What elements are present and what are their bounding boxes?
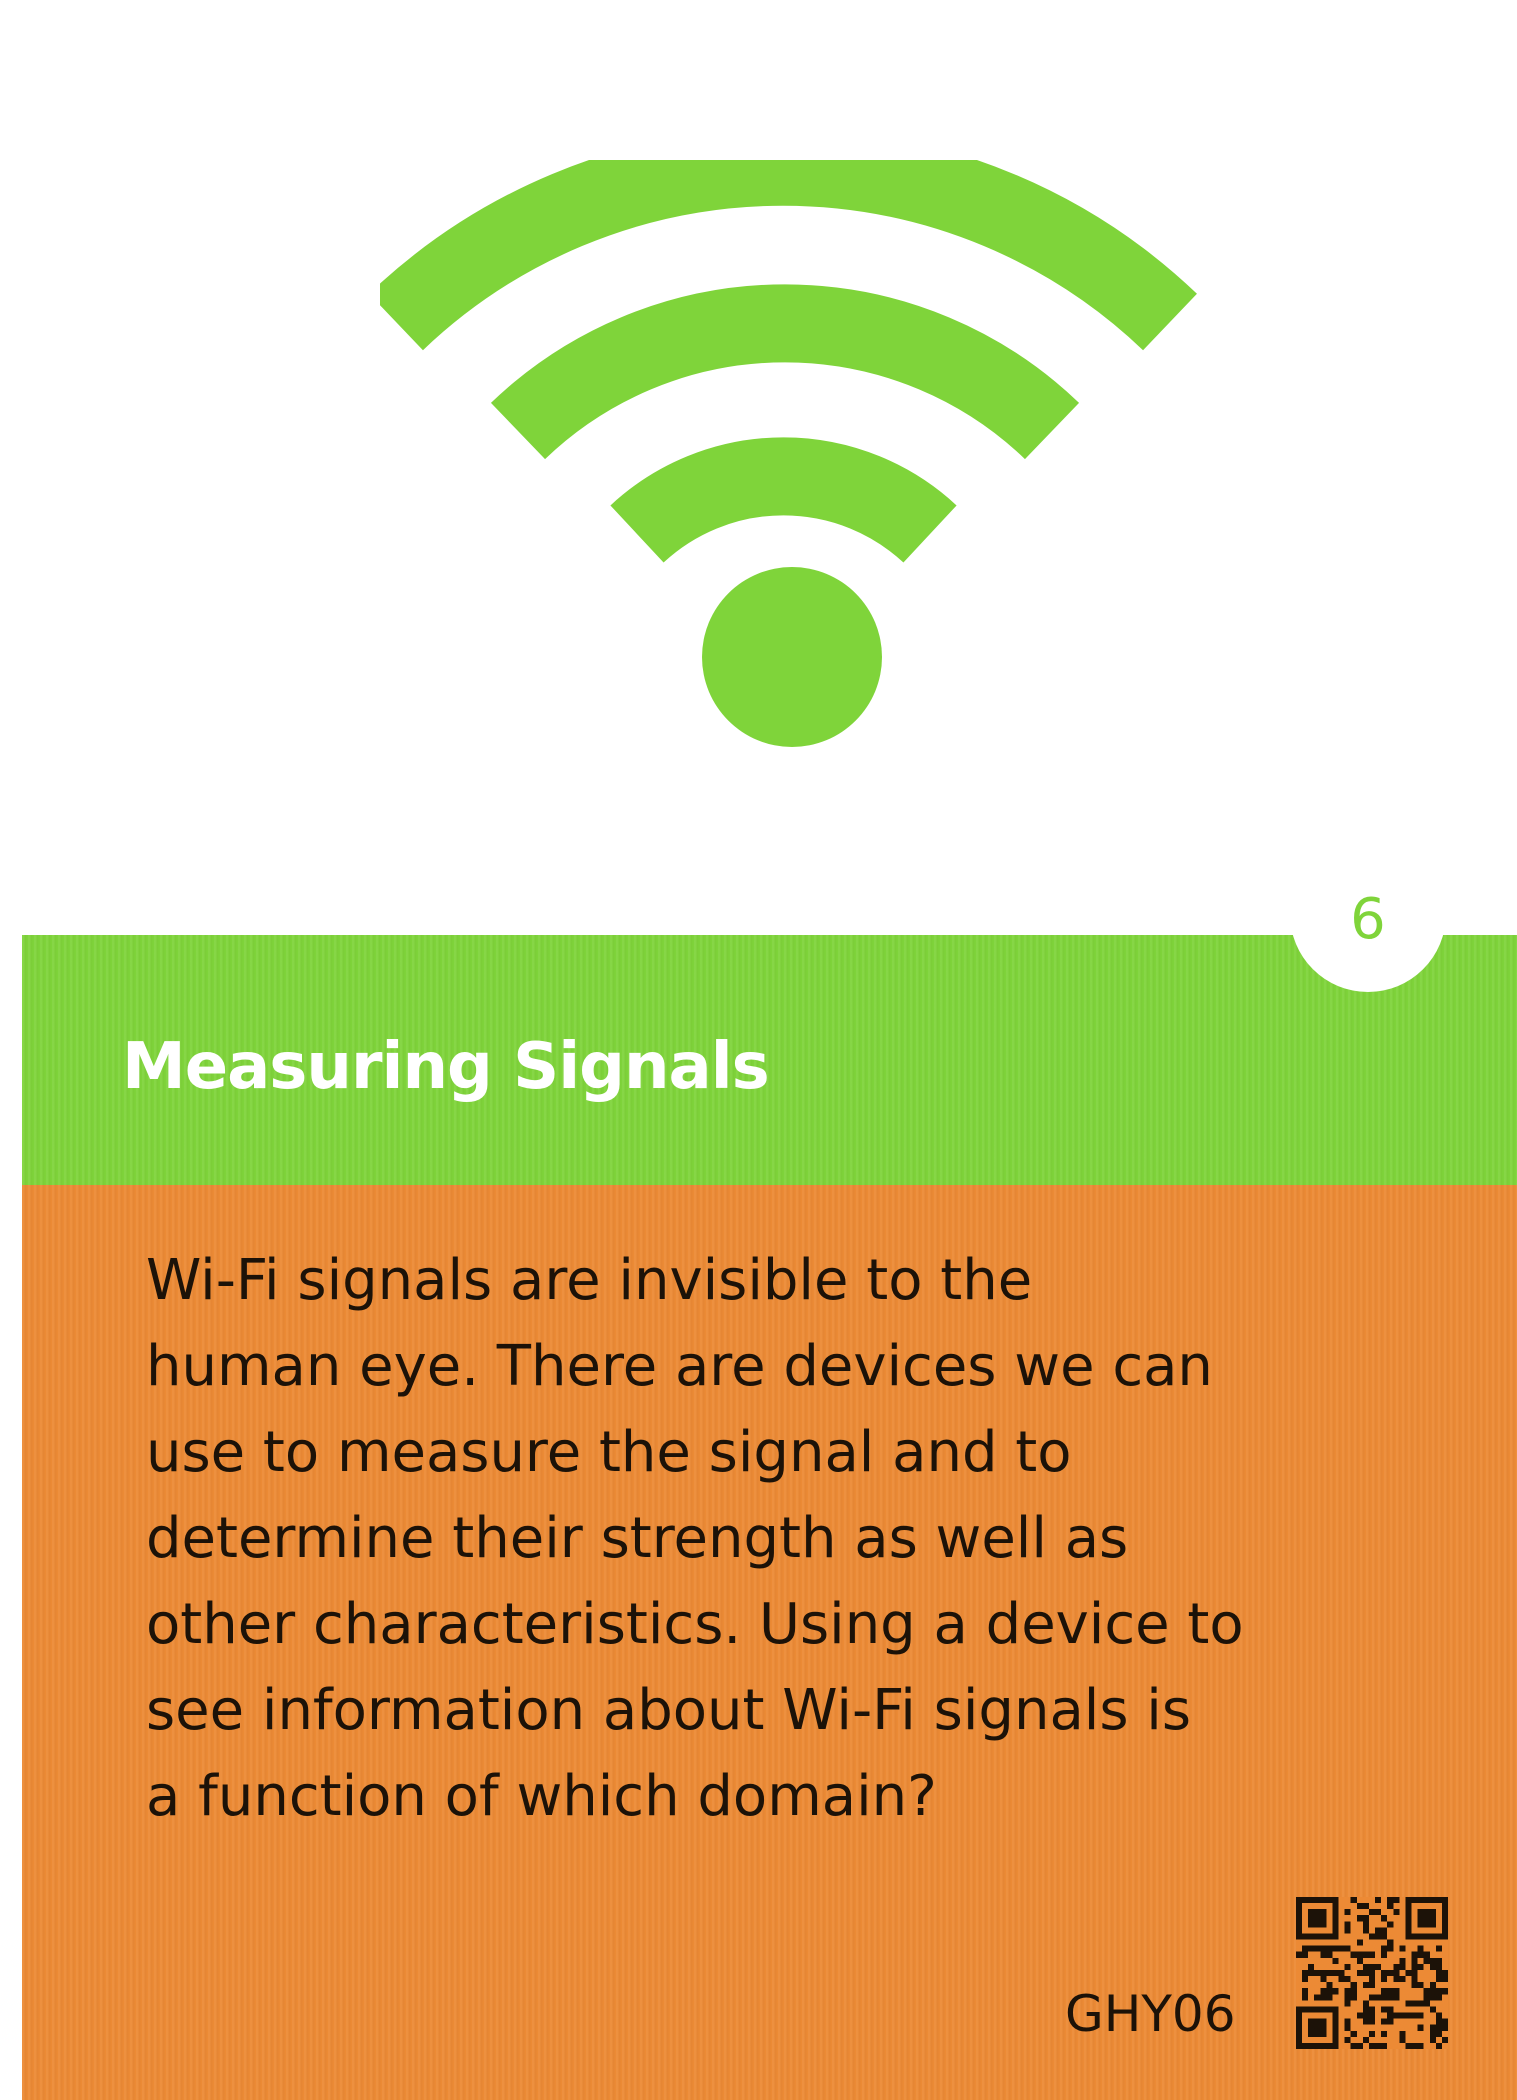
qr-code-icon (1296, 1897, 1448, 2049)
question-line: a function of which domain? (146, 1764, 937, 1829)
card-question: Wi-Fi signals are invisible to the human… (146, 1238, 1396, 1840)
card-number-badge: 6 (1290, 836, 1446, 992)
question-line: other characteristics. Using a device to (146, 1592, 1244, 1657)
card-code: GHY06 (1065, 1985, 1236, 2043)
question-line: human eye. There are devices we can (146, 1334, 1213, 1399)
icon-area (0, 0, 1517, 935)
question-line: determine their strength as well as (146, 1506, 1129, 1571)
question-line: use to measure the signal and to (146, 1420, 1072, 1485)
question-line: Wi-Fi signals are invisible to the (146, 1248, 1033, 1313)
card: 6 Measuring Signals Wi-Fi signals are in… (0, 0, 1517, 2100)
question-line: see information about Wi-Fi signals is (146, 1678, 1192, 1743)
card-title: Measuring Signals (122, 1030, 770, 1104)
wifi-icon (380, 160, 1197, 747)
